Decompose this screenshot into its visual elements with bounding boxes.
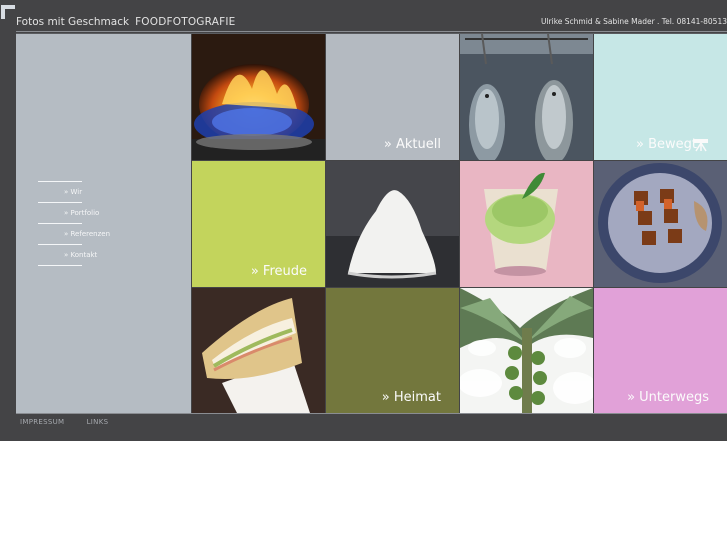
photo-cheese[interactable]	[326, 161, 459, 287]
corner-bracket-icon	[1, 5, 15, 19]
nav-divider	[38, 265, 82, 266]
photo-brussels-sprouts[interactable]	[460, 288, 593, 413]
header-divider	[16, 31, 727, 32]
photo-flambe[interactable]	[192, 34, 325, 160]
brand-subtitle: FOODFOTOGRAFIE	[135, 16, 236, 28]
nav-item-portfolio[interactable]: » Portfolio	[38, 203, 110, 223]
photo-sorbet[interactable]	[460, 161, 593, 287]
photo-sandwich[interactable]	[192, 288, 325, 414]
page-frame: Fotos mit Geschmack FOODFOTOGRAFIE Ulrike…	[0, 0, 727, 441]
site-title[interactable]: Fotos mit Geschmack FOODFOTOGRAFIE	[16, 16, 235, 28]
nav-item-wir[interactable]: » Wir	[38, 182, 110, 202]
footer-link-impressum[interactable]: IMPRESSUM	[20, 418, 64, 426]
camera-icon	[694, 139, 708, 152]
tile-freude[interactable]: » Freude	[192, 161, 325, 287]
tile-unterwegs[interactable]: » Unterwegs	[594, 288, 727, 413]
tile-heimat[interactable]: » Heimat	[326, 288, 459, 413]
photo-skewers[interactable]	[594, 161, 727, 287]
tile-label-unterwegs: » Unterwegs	[627, 390, 709, 405]
contact-info: Ulrike Schmid & Sabine Mader . Tel. 0814…	[540, 17, 727, 26]
tile-label-heimat: » Heimat	[381, 390, 441, 405]
photo-trout[interactable]	[460, 34, 593, 160]
nav-item-referenzen[interactable]: » Referenzen	[38, 224, 110, 244]
tile-label-bewegt: » Bewegt	[636, 137, 697, 152]
footer: IMPRESSUM LINKS	[20, 418, 128, 426]
tile-bewegt[interactable]: » Bewegt	[594, 34, 727, 160]
nav-item-kontakt[interactable]: » Kontakt	[38, 245, 110, 265]
footer-link-links[interactable]: LINKS	[87, 418, 109, 426]
footer-divider	[16, 413, 727, 414]
photo-grid: » Aktuell » Bewegt » Freude » Heimat » U…	[192, 34, 727, 413]
tile-label-aktuell: » Aktuell	[383, 137, 441, 152]
brand-name: Fotos mit Geschmack	[16, 16, 130, 28]
tile-aktuell[interactable]: » Aktuell	[326, 34, 459, 160]
sidebar: » Wir » Portfolio » Referenzen » Kontakt	[16, 34, 191, 413]
tile-label-freude: » Freude	[250, 264, 307, 279]
main-nav: » Wir » Portfolio » Referenzen » Kontakt	[38, 181, 110, 266]
